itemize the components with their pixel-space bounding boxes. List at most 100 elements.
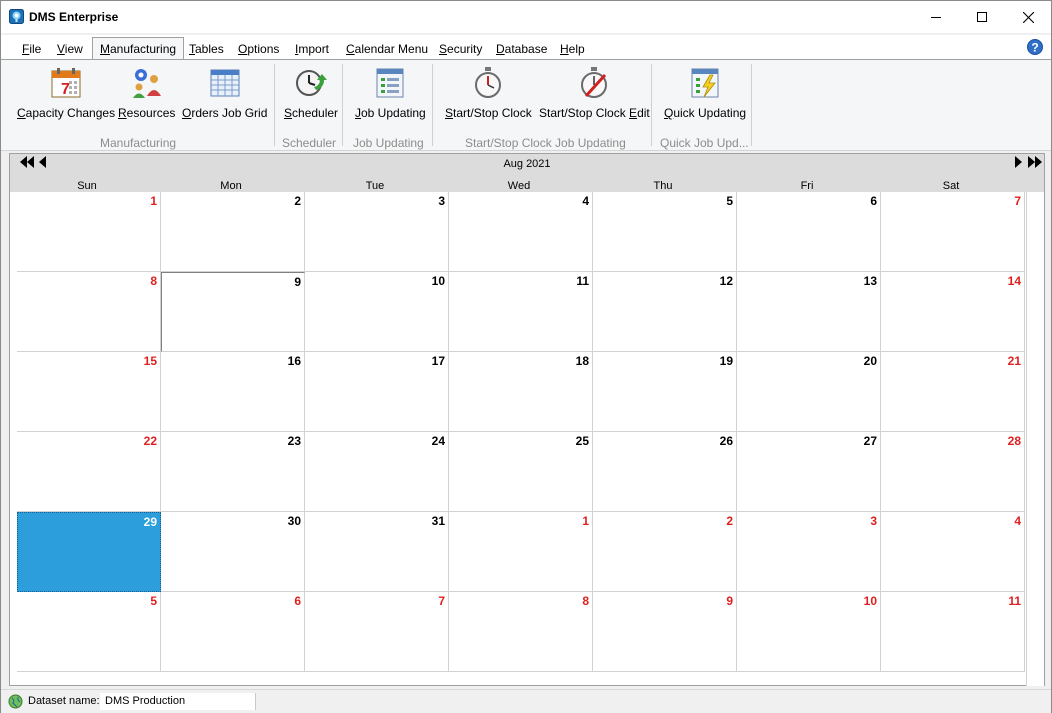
calendar-day-cell[interactable]: 25 <box>449 432 593 512</box>
menu-calendar[interactable]: Calendar Menu <box>346 42 428 56</box>
weekday-header: Mon <box>220 180 242 192</box>
calendar-day-cell[interactable]: 5 <box>593 192 737 272</box>
calendar-day-cell[interactable]: 12 <box>593 272 737 352</box>
start-stop-clock-button[interactable]: Start/Stop Clock <box>445 66 532 120</box>
calendar-day-cell[interactable]: 9 <box>593 592 737 672</box>
group-label-job-updating: Job Updating <box>353 136 424 150</box>
calendar-day-cell[interactable]: 4 <box>881 512 1025 592</box>
day-number: 9 <box>294 275 301 289</box>
day-number: 7 <box>1014 194 1021 208</box>
menu-file[interactable]: File <box>22 42 41 56</box>
day-number: 27 <box>863 434 877 448</box>
quick-updating-button[interactable]: Quick Updating <box>664 66 746 120</box>
calendar-day-cell[interactable]: 6 <box>161 592 305 672</box>
help-icon[interactable]: ? <box>1027 39 1043 55</box>
calendar-day-cell[interactable]: 7 <box>305 592 449 672</box>
job-updating-button[interactable]: Job Updating <box>355 66 426 120</box>
calendar-day-cell[interactable]: 29 <box>17 512 161 592</box>
day-number: 3 <box>870 514 877 528</box>
next-year-icon[interactable] <box>1028 156 1042 168</box>
calendar-day-cell[interactable]: 1 <box>449 512 593 592</box>
calendar-day-cell[interactable]: 15 <box>17 352 161 432</box>
calendar-day-cell[interactable]: 18 <box>449 352 593 432</box>
app-logo-icon <box>9 9 24 24</box>
dataset-name-value: DMS Production <box>100 693 256 710</box>
menu-help[interactable]: Help <box>560 42 585 56</box>
weekday-header: Sat <box>942 180 960 192</box>
day-number: 30 <box>287 514 301 528</box>
menu-tables[interactable]: Tables <box>189 42 224 56</box>
weekday-header: Tue <box>365 180 385 192</box>
calendar-day-cell[interactable]: 14 <box>881 272 1025 352</box>
menu-view[interactable]: View <box>57 42 83 56</box>
calendar-day-cell[interactable]: 8 <box>449 592 593 672</box>
group-label-quick-job: Quick Job Upd... <box>660 136 749 150</box>
group-label-scheduler: Scheduler <box>282 136 337 150</box>
calendar-day-cell[interactable]: 23 <box>161 432 305 512</box>
menu-options[interactable]: Options <box>238 42 279 56</box>
day-number: 5 <box>150 594 157 608</box>
menu-database[interactable]: Database <box>496 42 547 56</box>
calendar-day-cell[interactable]: 10 <box>305 272 449 352</box>
menu-manufacturing[interactable]: Manufacturing <box>92 37 185 60</box>
calendar-day-cell[interactable]: 30 <box>161 512 305 592</box>
calendar-day-cell[interactable]: 6 <box>737 192 881 272</box>
calendar-day-cell[interactable]: 16 <box>161 352 305 432</box>
calendar-day-cell[interactable]: 11 <box>881 592 1025 672</box>
orders-job-grid-button[interactable]: Orders Job Grid <box>182 66 267 120</box>
day-number: 18 <box>575 354 589 368</box>
weekday-header: Fri <box>800 180 814 192</box>
day-number: 10 <box>863 594 877 608</box>
minimize-button[interactable] <box>913 1 959 33</box>
calendar-day-cell[interactable]: 21 <box>881 352 1025 432</box>
calendar-day-cell[interactable]: 7 <box>881 192 1025 272</box>
day-number: 21 <box>1007 354 1021 368</box>
calendar-day-cell[interactable]: 3 <box>305 192 449 272</box>
calendar-day-cell[interactable]: 5 <box>17 592 161 672</box>
calendar-day-cell[interactable]: 10 <box>737 592 881 672</box>
stopwatch-icon <box>475 67 502 98</box>
calendar-day-cell[interactable]: 24 <box>305 432 449 512</box>
calendar-day-cell[interactable]: 17 <box>305 352 449 432</box>
calendar-day-cell[interactable]: 3 <box>737 512 881 592</box>
calendar-day-cell[interactable]: 26 <box>593 432 737 512</box>
calendar-day-cell[interactable]: 13 <box>737 272 881 352</box>
weekday-header: Wed <box>507 180 531 192</box>
svg-text:7: 7 <box>61 81 70 98</box>
month-calendar: Aug 2021 Sun Mon Tue Wed Thu Fri Sat 123… <box>9 153 1045 686</box>
close-button[interactable] <box>1005 1 1051 33</box>
group-label-start-stop: Start/Stop Clock Job Updating <box>465 136 626 150</box>
calendar-day-cell[interactable]: 9 <box>161 272 305 352</box>
menu-security[interactable]: Security <box>439 42 482 56</box>
calendar-day-cell[interactable]: 27 <box>737 432 881 512</box>
calendar-day-cell[interactable]: 8 <box>17 272 161 352</box>
day-number: 17 <box>431 354 445 368</box>
day-number: 28 <box>1007 434 1021 448</box>
calendar-day-cell[interactable]: 19 <box>593 352 737 432</box>
globe-icon <box>8 694 23 709</box>
day-number: 23 <box>287 434 301 448</box>
calendar-day-cell[interactable]: 2 <box>161 192 305 272</box>
resources-button[interactable]: Resources <box>118 66 175 120</box>
calendar-day-cell[interactable]: 22 <box>17 432 161 512</box>
calendar-day-cell[interactable]: 28 <box>881 432 1025 512</box>
day-number: 10 <box>431 274 445 288</box>
calendar-day-cell[interactable]: 4 <box>449 192 593 272</box>
calendar-day-cell[interactable]: 20 <box>737 352 881 432</box>
calendar-day-cell[interactable]: 1 <box>17 192 161 272</box>
day-number: 12 <box>719 274 733 288</box>
day-number: 29 <box>143 515 157 529</box>
stopwatch-edit-icon <box>581 67 608 98</box>
grid-table-icon <box>210 69 240 97</box>
minimize-icon <box>931 17 941 18</box>
capacity-changes-button[interactable]: 7 Capacity Changes <box>17 66 115 120</box>
maximize-icon <box>977 12 987 22</box>
menu-import[interactable]: Import <box>295 42 329 56</box>
calendar-day-cell[interactable]: 11 <box>449 272 593 352</box>
scheduler-button[interactable]: Scheduler <box>284 66 338 120</box>
start-stop-clock-edit-button[interactable]: Start/Stop Clock Edit <box>539 66 650 120</box>
next-month-icon[interactable] <box>1015 156 1023 168</box>
calendar-day-cell[interactable]: 31 <box>305 512 449 592</box>
calendar-day-cell[interactable]: 2 <box>593 512 737 592</box>
maximize-button[interactable] <box>959 1 1005 33</box>
